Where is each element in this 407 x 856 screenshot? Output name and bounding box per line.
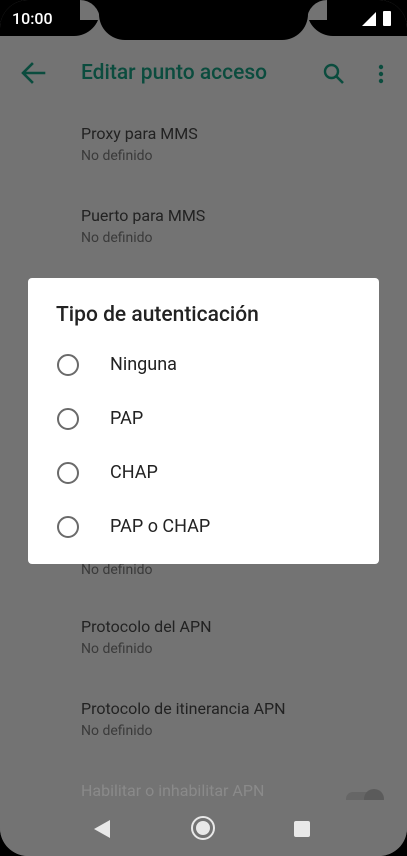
page-title: Editar punto acceso <box>81 61 268 85</box>
battery-icon <box>383 11 391 26</box>
nav-home-icon[interactable] <box>190 815 216 841</box>
status-bar: 10:00 <box>0 0 407 40</box>
radio-option-chap[interactable]: CHAP <box>28 446 379 500</box>
list-item-title: Habilitar o inhabilitar APN <box>81 781 265 800</box>
nav-back-icon[interactable] <box>94 820 110 838</box>
list-item-subtitle: No definido <box>81 230 153 246</box>
radio-label: PAP o CHAP <box>110 516 211 537</box>
notch <box>99 0 308 40</box>
list-item-title: Proxy para MMS <box>81 124 198 143</box>
list-item-title: Protocolo del APN <box>81 617 212 636</box>
status-time: 10:00 <box>12 9 53 28</box>
radio-button[interactable] <box>57 408 79 430</box>
nav-recents-icon[interactable] <box>294 821 310 837</box>
list-item-title: Puerto para MMS <box>81 206 206 225</box>
phone-screen: 10:00 Editar punto acceso Proxy para MMS… <box>0 0 407 856</box>
back-arrow-icon[interactable] <box>20 62 46 84</box>
list-item-protocolo-apn[interactable]: Protocolo del APN No definido <box>81 617 381 658</box>
radio-button[interactable] <box>57 516 79 538</box>
radio-label: Ninguna <box>110 354 177 375</box>
list-item-protocolo-itinerancia[interactable]: Protocolo de itinerancia APN No definido <box>81 699 381 740</box>
radio-option-pap-o-chap[interactable]: PAP o CHAP <box>28 500 379 554</box>
radio-label: PAP <box>110 408 144 429</box>
list-item-puerto-mms[interactable]: Puerto para MMS No definido <box>81 206 381 247</box>
auth-type-dialog: Tipo de autenticación Ninguna PAP CHAP P… <box>28 278 379 564</box>
list-item-title: Protocolo de itinerancia APN <box>81 699 286 718</box>
radio-button[interactable] <box>57 462 79 484</box>
navigation-bar <box>0 800 407 856</box>
radio-option-ninguna[interactable]: Ninguna <box>28 338 379 392</box>
notch-corner-right <box>307 0 327 20</box>
dialog-title: Tipo de autenticación <box>56 303 259 327</box>
list-item-subtitle: No definido <box>81 148 153 164</box>
radio-label: CHAP <box>110 462 158 483</box>
list-item-subtitle: No definido <box>81 723 153 739</box>
radio-button[interactable] <box>57 354 79 376</box>
radio-option-pap[interactable]: PAP <box>28 392 379 446</box>
search-icon[interactable] <box>322 62 346 86</box>
list-item-habilitar-apn[interactable]: Habilitar o inhabilitar APN <box>81 781 381 801</box>
list-item-proxy-mms[interactable]: Proxy para MMS No definido <box>81 124 381 165</box>
list-item-subtitle: No definido <box>81 641 153 657</box>
more-vert-icon[interactable] <box>372 62 390 86</box>
notch-corner-left <box>80 0 100 20</box>
app-bar: Editar punto acceso <box>0 48 407 100</box>
signal-icon <box>362 12 376 26</box>
